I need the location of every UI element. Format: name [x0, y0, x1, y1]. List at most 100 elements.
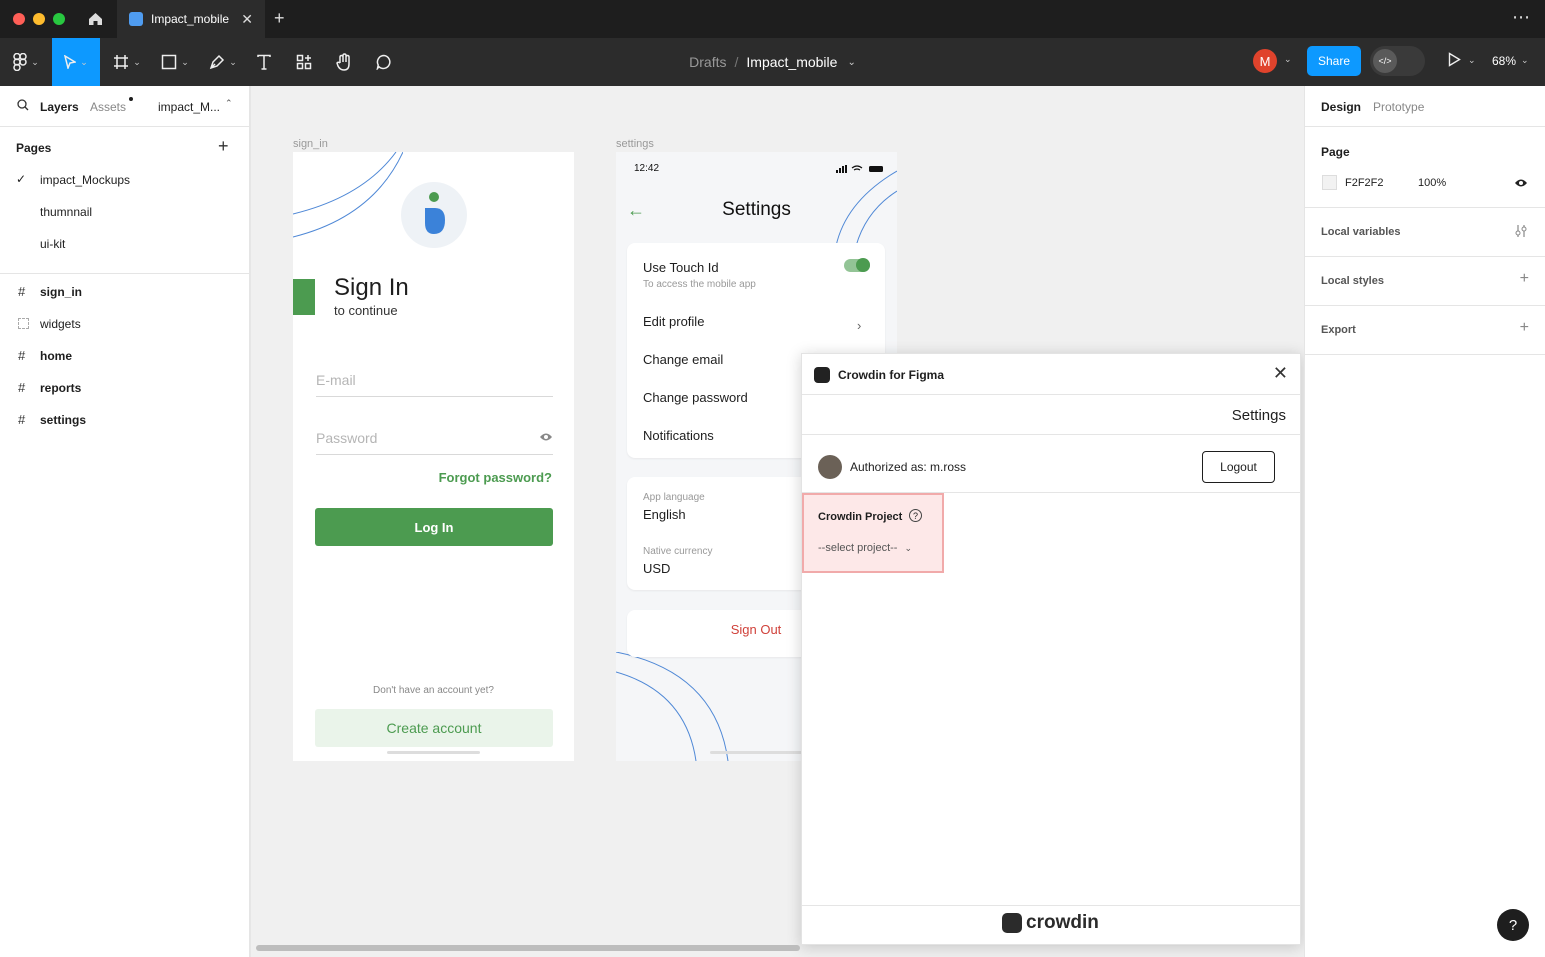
crowdin-logo: crowdin	[1002, 912, 1099, 934]
crowdin-plugin-window: Crowdin for Figma ✕ Settings Authorized …	[801, 353, 1301, 945]
change-email-row[interactable]: Change email	[643, 352, 723, 367]
layer-settings[interactable]: settings	[40, 413, 86, 427]
text-icon	[257, 54, 271, 70]
chevron-down-icon[interactable]: ⌄	[1521, 55, 1529, 66]
resources-tool[interactable]	[292, 38, 316, 86]
divider	[1305, 207, 1545, 208]
password-field[interactable]: Password	[316, 430, 553, 455]
tab-prototype[interactable]: Prototype	[1373, 100, 1424, 114]
authorized-as-text: Authorized as: m.ross	[850, 460, 967, 474]
user-avatar[interactable]: M	[1253, 49, 1277, 73]
logout-button[interactable]: Logout	[1202, 451, 1275, 483]
tab-design[interactable]: Design	[1321, 100, 1361, 114]
page-item-ui-kit[interactable]: ui-kit	[40, 237, 65, 251]
home-indicator	[710, 751, 803, 754]
search-icon[interactable]	[17, 99, 29, 111]
page-color-value[interactable]: F2F2F2	[1345, 177, 1384, 189]
eye-icon[interactable]	[539, 432, 553, 442]
local-variables-heading[interactable]: Local variables	[1321, 226, 1401, 238]
forgot-password-link[interactable]: Forgot password?	[439, 470, 552, 485]
chevron-down-icon[interactable]: ⌄	[1468, 55, 1476, 66]
frame-label-settings[interactable]: settings	[616, 138, 654, 150]
maximize-window-button[interactable]	[53, 13, 65, 25]
status-icons	[836, 165, 883, 173]
color-swatch[interactable]	[1322, 175, 1337, 190]
layer-widgets[interactable]: widgets	[40, 317, 81, 331]
close-window-button[interactable]	[13, 13, 25, 25]
edit-profile-row[interactable]: Edit profile	[643, 314, 704, 329]
app-language-value[interactable]: English	[643, 507, 686, 522]
password-placeholder: Password	[316, 430, 378, 446]
add-style-button[interactable]: +	[1520, 270, 1529, 288]
page-item-impact-mockups[interactable]: impact_Mockups	[40, 173, 130, 187]
frame-tool[interactable]: ⌄	[108, 38, 146, 86]
tab-assets[interactable]: Assets	[90, 100, 126, 114]
sign-in-frame[interactable]: Sign In to continue E-mail Password Forg…	[293, 152, 574, 761]
chevron-down-icon[interactable]: ⌄	[847, 57, 855, 68]
home-button[interactable]	[78, 6, 112, 32]
crowdin-project-label: Crowdin Project	[818, 511, 903, 523]
tab-layers[interactable]: Layers	[40, 100, 79, 114]
divider	[802, 434, 1300, 435]
figma-logo-icon	[13, 53, 27, 71]
pen-tool[interactable]: ⌄	[203, 38, 243, 86]
section-icon	[18, 318, 29, 329]
right-panel: Design Prototype Page F2F2F2 100% Local …	[1304, 86, 1545, 957]
frame-label-sign-in[interactable]: sign_in	[293, 138, 328, 150]
more-options-button[interactable]: ⋯	[1512, 7, 1531, 28]
present-button[interactable]	[1448, 52, 1461, 72]
notifications-row[interactable]: Notifications	[643, 428, 714, 443]
move-tool[interactable]: ⌄	[52, 38, 100, 86]
add-export-button[interactable]: +	[1520, 319, 1529, 337]
dev-mode-toggle[interactable]: </>	[1370, 46, 1425, 76]
comment-tool[interactable]	[372, 38, 396, 86]
horizontal-scrollbar[interactable]	[256, 945, 800, 951]
chevron-down-icon: ⌄	[181, 56, 189, 67]
chevron-up-icon[interactable]: ⌃	[225, 98, 233, 109]
layer-reports[interactable]: reports	[40, 381, 81, 395]
decorative-arcs	[293, 152, 403, 238]
page-item-thumbnail[interactable]: thumnnail	[40, 205, 92, 219]
currency-value[interactable]: USD	[643, 561, 670, 576]
email-field[interactable]: E-mail	[316, 372, 553, 397]
export-heading[interactable]: Export	[1321, 324, 1356, 336]
page-opacity-value[interactable]: 100%	[1418, 177, 1446, 189]
help-button[interactable]: ?	[1497, 909, 1529, 941]
text-tool[interactable]	[252, 38, 276, 86]
eye-icon[interactable]	[1514, 178, 1528, 188]
plugin-header[interactable]: Crowdin for Figma ✕	[802, 354, 1300, 395]
change-password-row[interactable]: Change password	[643, 390, 748, 405]
touch-id-toggle[interactable]	[844, 258, 870, 272]
hand-tool[interactable]	[332, 38, 356, 86]
play-icon	[1448, 52, 1461, 67]
library-switcher[interactable]: impact_M...	[158, 100, 220, 114]
project-select[interactable]: --select project-- ⌄	[818, 542, 912, 554]
layer-home[interactable]: home	[40, 349, 72, 363]
local-styles-heading[interactable]: Local styles	[1321, 275, 1384, 287]
checkmark-icon: ✓	[16, 172, 27, 186]
decorative-arcs	[616, 652, 729, 761]
main-menu-button[interactable]: ⌄	[6, 38, 46, 86]
hand-icon	[336, 53, 350, 71]
shape-tool[interactable]: ⌄	[156, 38, 194, 86]
close-tab-icon[interactable]: ✕	[241, 11, 253, 28]
create-account-button[interactable]: Create account	[315, 709, 553, 747]
home-icon	[88, 13, 102, 25]
log-in-button[interactable]: Log In	[315, 508, 553, 546]
share-button[interactable]: Share	[1307, 46, 1361, 76]
minimize-window-button[interactable]	[33, 13, 45, 25]
plugin-title: Crowdin for Figma	[838, 368, 944, 382]
add-page-button[interactable]: +	[218, 136, 229, 157]
plugin-settings-link[interactable]: Settings	[1232, 407, 1286, 424]
layer-sign-in[interactable]: sign_in	[40, 285, 82, 299]
breadcrumb-drafts[interactable]: Drafts	[689, 54, 726, 70]
close-icon[interactable]: ✕	[1273, 363, 1288, 384]
help-icon[interactable]: ?	[909, 509, 922, 522]
new-tab-button[interactable]: +	[274, 8, 285, 29]
variables-icon[interactable]	[1515, 224, 1527, 238]
chevron-down-icon[interactable]: ⌄	[1284, 54, 1292, 65]
breadcrumb-file-name[interactable]: Impact_mobile	[746, 54, 837, 70]
zoom-level[interactable]: 68%	[1492, 54, 1516, 68]
file-tab[interactable]: Impact_mobile ✕	[117, 0, 265, 38]
title-bar: Impact_mobile ✕ + ⋯	[0, 0, 1545, 38]
